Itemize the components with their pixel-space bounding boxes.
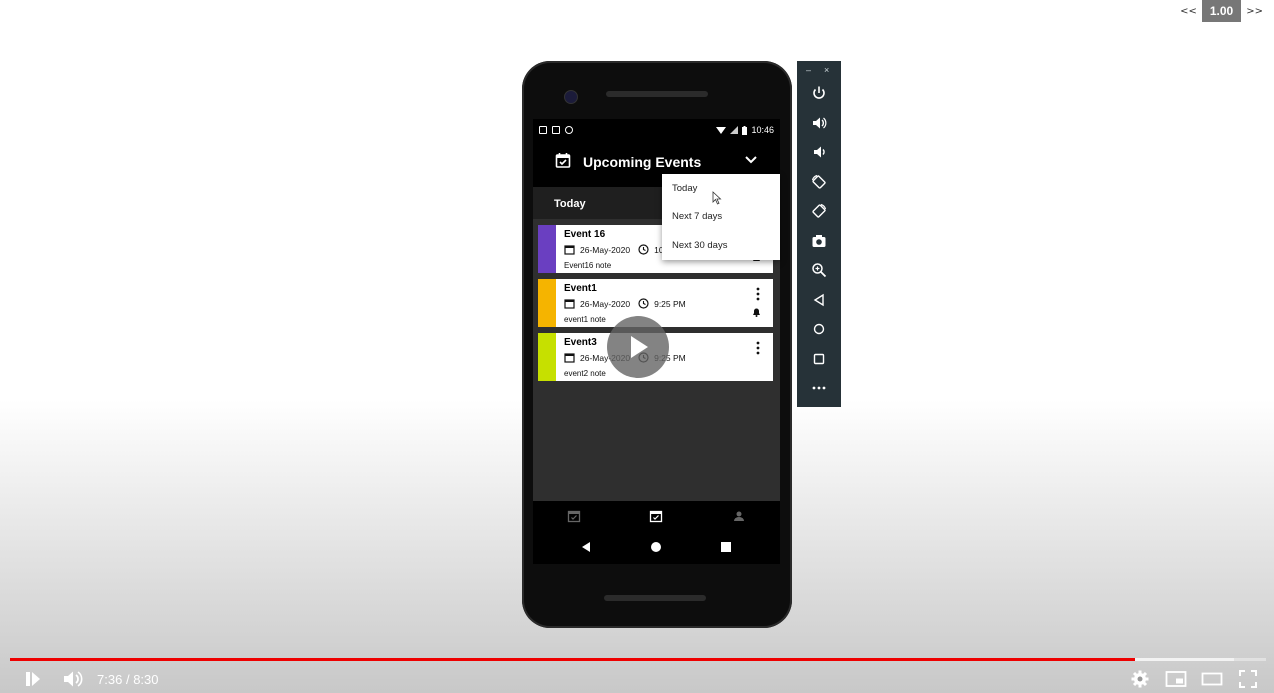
volume-up-icon[interactable] [811, 115, 827, 131]
event-date: 26-May-2020 [580, 298, 631, 309]
play-icon [631, 336, 648, 358]
current-time: 7:36 [97, 672, 123, 687]
event-time: 9:25 PM [654, 298, 686, 309]
wifi-icon [716, 127, 727, 134]
volume-down-icon[interactable] [811, 144, 827, 160]
sync-notification-icon [565, 126, 573, 134]
speed-value: 1.00 [1201, 0, 1242, 22]
bell-icon [753, 308, 760, 317]
nav-calendar-icon[interactable] [567, 509, 581, 523]
calendar-icon [564, 299, 575, 309]
nav-profile-icon[interactable] [732, 509, 746, 523]
system-navigation-bar [533, 531, 780, 564]
date-range-dropdown: Today Next 7 days Next 30 days [662, 174, 780, 260]
theater-mode-icon[interactable] [1201, 669, 1223, 689]
notification-icons [539, 126, 573, 134]
event-card[interactable]: Event1 26-May-2020 9:25 PM event1 note [538, 279, 773, 327]
overview-icon[interactable] [811, 351, 827, 367]
calendar-notification-icon [539, 126, 547, 134]
speed-decrease-button[interactable]: << [1175, 6, 1202, 17]
event-color-bar [538, 225, 556, 273]
rotate-right-icon[interactable] [811, 203, 827, 219]
more-vert-icon[interactable] [755, 341, 761, 355]
progress-played[interactable] [10, 658, 1135, 661]
status-time: 10:46 [751, 125, 774, 135]
settings-gear-icon[interactable] [1130, 669, 1150, 689]
nav-upcoming-icon[interactable] [649, 509, 663, 523]
event-note: event1 note [564, 315, 606, 324]
bottom-navigation [533, 501, 780, 531]
top-speaker [606, 91, 708, 97]
event-name: Event 16 [564, 229, 606, 240]
clock-icon [638, 244, 649, 255]
page-title: Upcoming Events [583, 154, 702, 170]
more-icon[interactable] [811, 380, 827, 396]
home-circle-icon[interactable] [651, 542, 661, 552]
battery-icon [742, 125, 748, 135]
next-icon[interactable] [24, 669, 42, 689]
back-triangle-icon[interactable] [581, 542, 591, 552]
dropdown-option-today[interactable]: Today [672, 183, 697, 194]
volume-icon[interactable] [62, 669, 84, 689]
rotate-left-icon[interactable] [811, 174, 827, 190]
dropdown-option-next-30-days[interactable]: Next 30 days [672, 240, 727, 251]
bottom-speaker [604, 595, 706, 601]
event-date: 26-May-2020 [580, 244, 631, 255]
mail-notification-icon [552, 126, 560, 134]
calendar-icon [564, 245, 575, 255]
dropdown-option-next-7-days[interactable]: Next 7 days [672, 211, 722, 222]
front-camera [564, 90, 578, 104]
playback-speed-control: << 1.00 >> [1175, 0, 1268, 22]
recents-square-icon[interactable] [721, 542, 731, 552]
time-separator: / [125, 672, 130, 687]
calendar-icon [564, 353, 575, 363]
calendar-check-icon [555, 153, 571, 168]
emulator-toolbar: – × [797, 61, 841, 407]
time-display: 7:36 / 8:30 [97, 672, 159, 687]
back-icon[interactable] [811, 292, 827, 308]
minimize-button[interactable]: – [806, 65, 811, 75]
status-bar: 10:46 [533, 119, 780, 143]
event-note: event2 note [564, 369, 606, 378]
close-button[interactable]: × [824, 65, 829, 75]
duration: 8:30 [133, 672, 159, 687]
event-note: Event16 note [564, 261, 612, 270]
signal-icon [730, 126, 739, 134]
miniplayer-icon[interactable] [1165, 669, 1187, 689]
chevron-down-icon[interactable] [744, 153, 758, 167]
fullscreen-icon[interactable] [1238, 669, 1258, 689]
section-title: Today [554, 198, 586, 210]
event-name: Event3 [564, 337, 597, 348]
speed-increase-button[interactable]: >> [1241, 6, 1268, 17]
event-color-bar [538, 333, 556, 381]
event-color-bar [538, 279, 556, 327]
home-icon[interactable] [811, 321, 827, 337]
play-button[interactable] [607, 316, 669, 378]
event-name: Event1 [564, 283, 597, 294]
power-icon[interactable] [811, 85, 827, 101]
zoom-icon[interactable] [811, 262, 827, 278]
camera-icon[interactable] [811, 233, 827, 249]
clock-icon [638, 298, 649, 309]
more-vert-icon[interactable] [755, 287, 761, 301]
mouse-cursor-icon [712, 191, 722, 205]
